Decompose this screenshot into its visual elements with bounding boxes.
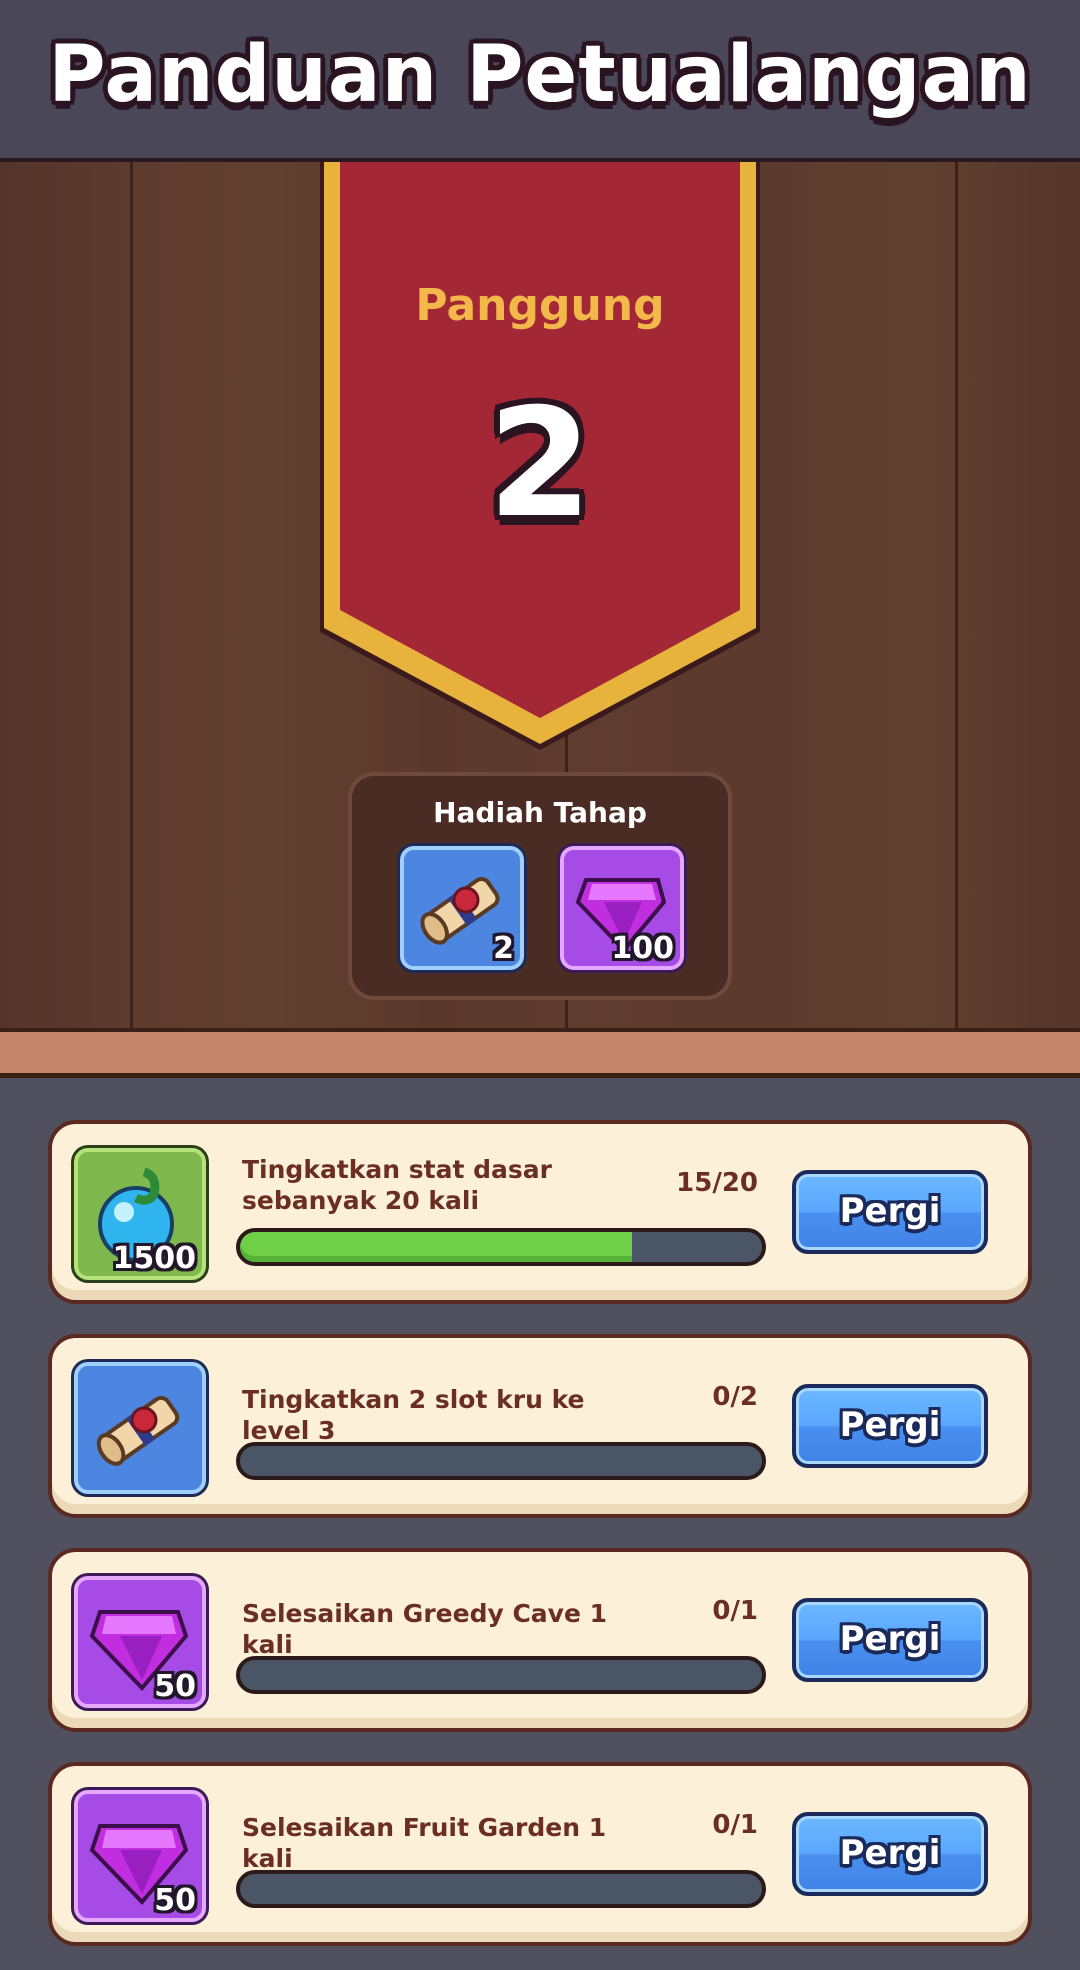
go-button[interactable]: Pergi — [792, 1598, 988, 1682]
quest-progress-text: 0/1 — [712, 1810, 758, 1840]
quest-progress-text: 0/2 — [712, 1382, 758, 1412]
quest-description: Selesaikan Greedy Cave 1 kali — [242, 1599, 608, 1659]
quest-progress-text: 15/20 — [676, 1168, 758, 1198]
go-button[interactable]: Pergi — [792, 1170, 988, 1254]
go-button[interactable]: Pergi — [792, 1812, 988, 1896]
quest-progress-bar — [236, 1228, 766, 1266]
stage-reward-panel: Hadiah Tahap 2 100 — [348, 772, 732, 1000]
stage-banner: Panggung 2 — [318, 162, 762, 752]
quest-reward-gem[interactable]: 50 — [74, 1790, 206, 1922]
quest-progress-bar — [236, 1870, 766, 1908]
scroll-icon — [96, 1395, 180, 1466]
quest-reward-scroll[interactable] — [74, 1362, 206, 1494]
quest-description: Tingkatkan 2 slot kru ke level 3 — [242, 1385, 585, 1445]
quest-progress-fill — [240, 1232, 632, 1262]
quest-description: Selesaikan Fruit Garden 1 kali — [242, 1813, 607, 1873]
reward-item-gem[interactable]: 100 — [560, 846, 684, 970]
quest-reward-count: 50 — [154, 1883, 196, 1918]
stage-label: Panggung — [415, 280, 665, 331]
reward-item-scroll[interactable]: 2 — [400, 846, 524, 970]
quest-card: 50 Selesaikan Fruit Garden 1 kali 0/1 Pe… — [48, 1762, 1032, 1946]
go-button[interactable]: Pergi — [792, 1384, 988, 1468]
page-title: Panduan Petualangan — [48, 30, 1032, 120]
stage-number: 2 — [487, 377, 593, 551]
quest-reward-potion[interactable]: 1500 — [74, 1148, 206, 1280]
quest-description: Tingkatkan stat dasar sebanyak 20 kali — [242, 1155, 552, 1215]
quest-progress-bar — [236, 1442, 766, 1480]
reward-item-count: 100 — [611, 931, 674, 966]
quest-card: 50 Selesaikan Greedy Cave 1 kali 0/1 Per… — [48, 1548, 1032, 1732]
quest-card: 1500 Tingkatkan stat dasar sebanyak 20 k… — [48, 1120, 1032, 1304]
quest-reward-count: 1500 — [112, 1241, 197, 1276]
quest-card: Tingkatkan 2 slot kru ke level 3 0/2 Per… — [48, 1334, 1032, 1518]
stage-reward-title: Hadiah Tahap — [433, 796, 647, 829]
header-bar: Panduan Petualangan — [0, 0, 1080, 162]
quest-reward-gem[interactable]: 50 — [74, 1576, 206, 1708]
reward-item-count: 2 — [493, 931, 514, 966]
quest-progress-bar — [236, 1656, 766, 1694]
quest-reward-count: 50 — [154, 1669, 196, 1704]
wood-ledge — [0, 1028, 1080, 1078]
quest-progress-text: 0/1 — [712, 1596, 758, 1626]
